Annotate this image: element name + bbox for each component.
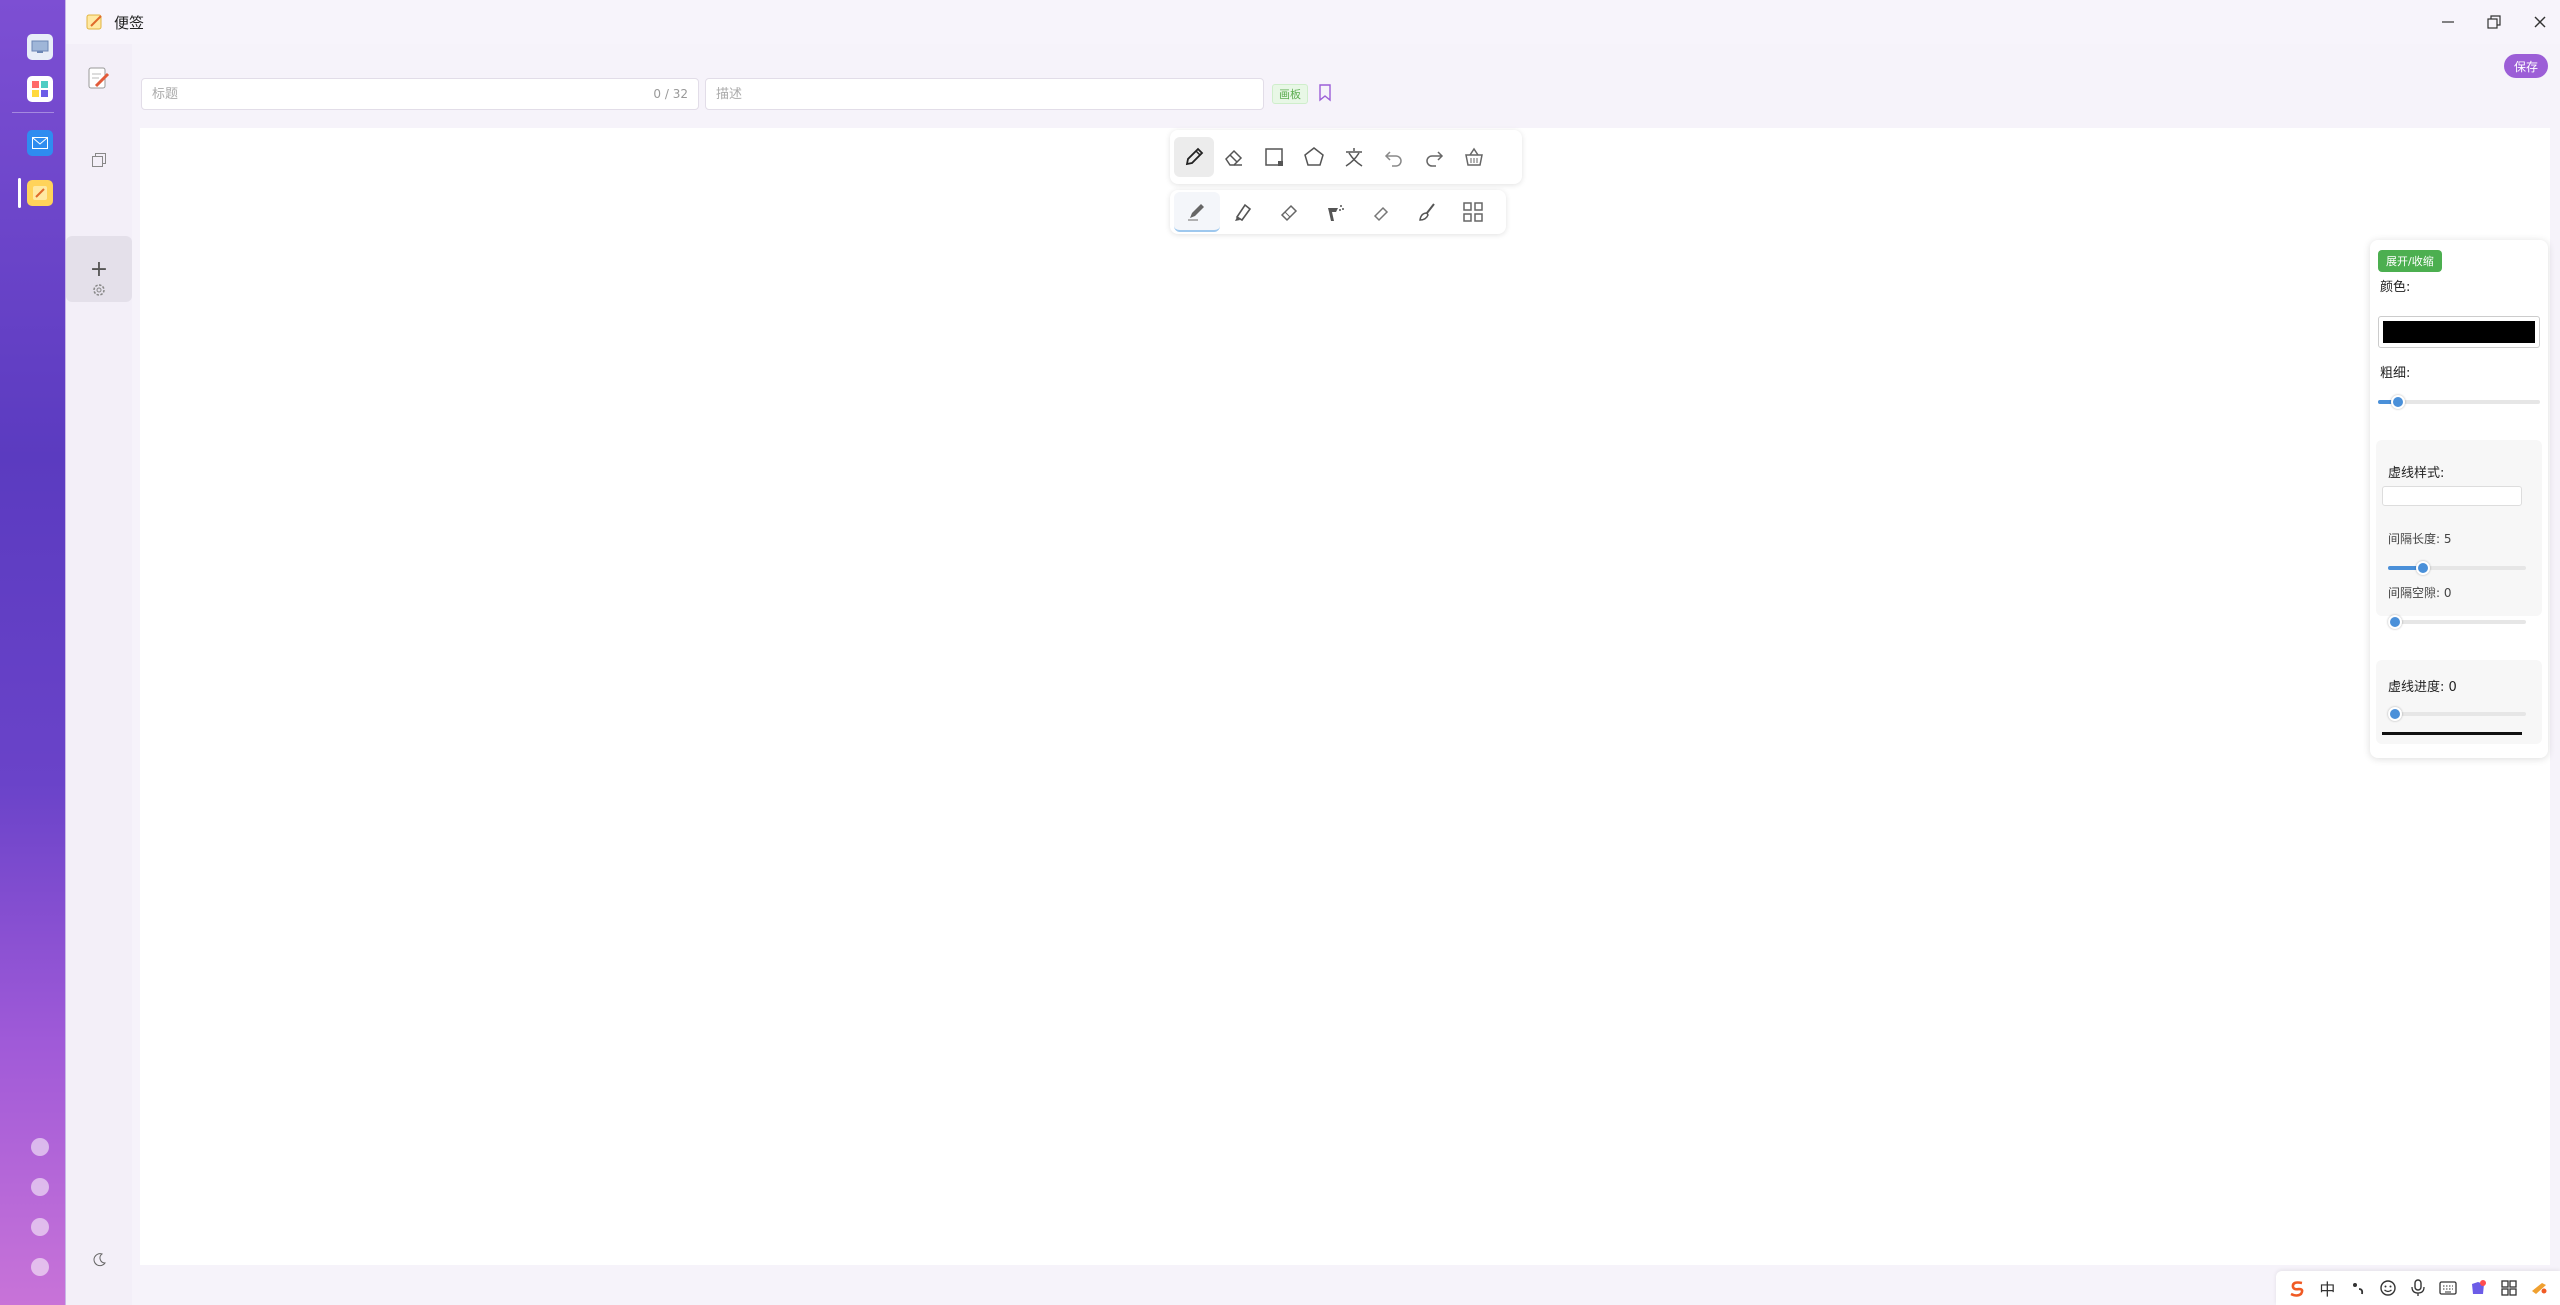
- emoji-icon[interactable]: [2376, 1276, 2400, 1300]
- pentagon-icon[interactable]: [1294, 137, 1334, 177]
- clock-icon[interactable]: [31, 1138, 49, 1156]
- dash-gap-label: 间隔空隙: 0: [2388, 586, 2452, 600]
- text-icon[interactable]: [1334, 137, 1374, 177]
- dash-style-input[interactable]: [2382, 486, 2522, 506]
- paint-brush-icon[interactable]: [1404, 192, 1450, 232]
- gear-icon[interactable]: [66, 270, 132, 310]
- grid-icon[interactable]: [2497, 1276, 2521, 1300]
- app-sidebar: +: [66, 44, 132, 1305]
- moon-icon[interactable]: [66, 1240, 132, 1280]
- clear-basket-icon[interactable]: [1454, 137, 1494, 177]
- main-toolbar: [1170, 130, 1522, 184]
- brush-properties-panel: 展开/收缩 颜色: 粗细: 虚线样式: 间隔长度: 5 间隔空隙: 0 虚线进度…: [2370, 240, 2548, 758]
- color-label: 颜色:: [2380, 280, 2411, 295]
- desktop-app-icon[interactable]: [27, 34, 53, 60]
- dash-progress-label: 虚线进度: 0: [2388, 680, 2457, 695]
- user-icon[interactable]: [31, 1218, 49, 1236]
- microphone-icon[interactable]: [2406, 1276, 2430, 1300]
- pen-brush-icon[interactable]: [1174, 192, 1220, 232]
- undo-icon[interactable]: [1374, 137, 1414, 177]
- tools-icon[interactable]: [2527, 1276, 2551, 1300]
- dash-style-label: 虚线样式:: [2388, 466, 2445, 481]
- dash-length-label: 间隔长度: 5: [2388, 532, 2452, 546]
- system-tray: 中: [2276, 1271, 2560, 1305]
- brush-toolbar: [1170, 190, 1506, 234]
- rectangle-icon[interactable]: [1254, 137, 1294, 177]
- sogou-icon[interactable]: [2285, 1276, 2309, 1300]
- launcher-dock: [0, 0, 66, 1305]
- mode-tag[interactable]: 画板: [1272, 84, 1308, 104]
- minimize-icon[interactable]: [2430, 8, 2466, 36]
- pattern-brush-icon[interactable]: [1450, 192, 1496, 232]
- expand-collapse-button[interactable]: 展开/收缩: [2378, 250, 2442, 272]
- notes-app-icon[interactable]: [27, 180, 53, 206]
- dash-progress-knob[interactable]: [2388, 707, 2402, 721]
- redo-icon[interactable]: [1414, 137, 1454, 177]
- dash-progress-slider[interactable]: [2388, 707, 2526, 721]
- title-char-count: 0 / 32: [653, 87, 688, 101]
- input-mode-indicator[interactable]: 中: [2315, 1276, 2339, 1300]
- title-bar: 便签: [66, 0, 2560, 44]
- notes-app-icon: [86, 14, 102, 30]
- dash-gap-slider[interactable]: [2388, 615, 2526, 629]
- dash-preview-line: [2382, 732, 2522, 735]
- description-input[interactable]: [716, 86, 1253, 102]
- chalk-brush-icon[interactable]: [1358, 192, 1404, 232]
- restore-icon[interactable]: [2476, 8, 2512, 36]
- dash-length-knob[interactable]: [2415, 561, 2430, 575]
- active-indicator: [18, 178, 21, 208]
- mail-app-icon[interactable]: [27, 130, 53, 156]
- window-title: 便签: [114, 13, 145, 32]
- close-icon[interactable]: [2522, 8, 2558, 36]
- dash-length-slider[interactable]: [2388, 561, 2526, 575]
- drawing-canvas[interactable]: [140, 128, 2550, 1265]
- description-field[interactable]: [705, 78, 1264, 110]
- width-slider-knob[interactable]: [2390, 395, 2405, 409]
- app-store-icon[interactable]: [27, 76, 53, 102]
- width-label: 粗细:: [2380, 366, 2411, 381]
- width-slider[interactable]: [2378, 395, 2540, 409]
- keyboard-icon[interactable]: [2436, 1276, 2460, 1300]
- bell-icon[interactable]: [31, 1178, 49, 1196]
- spray-brush-icon[interactable]: [1312, 192, 1358, 232]
- marker-brush-icon[interactable]: [1220, 192, 1266, 232]
- dash-gap-knob[interactable]: [2388, 615, 2402, 629]
- skin-icon[interactable]: [2466, 1276, 2490, 1300]
- dock-settings-icon[interactable]: [31, 1258, 49, 1276]
- bookmark-icon[interactable]: [1318, 84, 1332, 102]
- save-button[interactable]: 保存: [2503, 54, 2548, 78]
- title-input[interactable]: [152, 86, 654, 102]
- color-picker[interactable]: [2378, 316, 2540, 348]
- title-field[interactable]: 0 / 32: [141, 78, 699, 110]
- pencil-icon[interactable]: [1174, 137, 1214, 177]
- note-edit-icon[interactable]: [66, 58, 132, 98]
- eraser-icon[interactable]: [1214, 137, 1254, 177]
- crayon-brush-icon[interactable]: [1266, 192, 1312, 232]
- copy-icon[interactable]: [66, 140, 132, 180]
- color-swatch-fill: [2383, 321, 2535, 343]
- punctuation-icon[interactable]: [2346, 1276, 2370, 1300]
